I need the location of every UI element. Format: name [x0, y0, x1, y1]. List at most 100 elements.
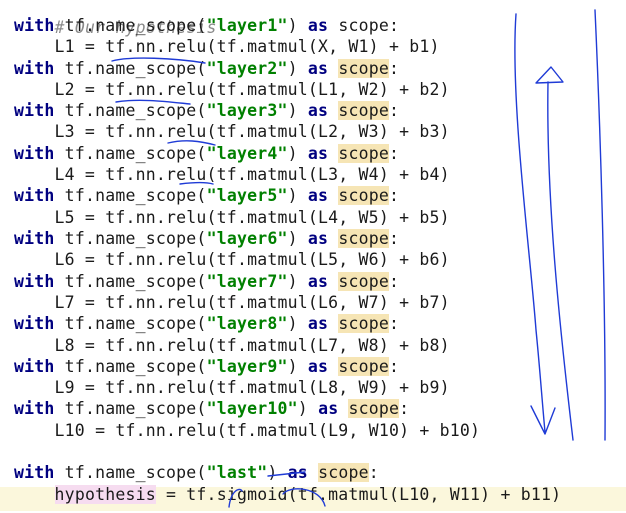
with-line-6: with tf.name_scope("layer6") as scope: — [14, 228, 399, 249]
paren-close: ) — [267, 463, 288, 482]
keyword-with: with — [14, 357, 55, 376]
name-scope-call: tf.name_scope( — [54, 314, 207, 333]
scope-name-string: "layer8" — [206, 314, 288, 333]
name-scope-call: tf.name_scope( — [54, 186, 207, 205]
with-line-4: with tf.name_scope("layer4") as scope: — [14, 143, 399, 164]
body-line-6: L6 = tf.nn.relu(tf.matmul(L5, W6) + b6) — [14, 249, 450, 270]
colon: : — [389, 186, 400, 205]
with-line-10: with tf.name_scope("layer10") as scope: — [14, 398, 409, 419]
with-line-2: with tf.name_scope("layer2") as scope: — [14, 58, 399, 79]
scope-variable: scope — [338, 144, 390, 163]
scope-name-string: "layer7" — [206, 272, 288, 291]
keyword-with: with — [14, 229, 55, 248]
colon: : — [399, 399, 410, 418]
keyword-with: with — [14, 186, 55, 205]
paren-close: ) — [287, 144, 308, 163]
code-body: L1 = tf.nn.relu(tf.matmul(X, W1) + b1) — [14, 37, 440, 56]
name-scope-call: tf.name_scope( — [54, 59, 207, 78]
scope-variable: scope — [318, 463, 369, 482]
scope-name-string: "layer4" — [206, 144, 288, 163]
scope-variable: scope — [338, 186, 390, 205]
keyword-with: with — [14, 272, 55, 291]
name-scope-call: tf.name_scope( — [54, 463, 207, 482]
colon: : — [389, 59, 400, 78]
with-line-last: with tf.name_scope("last") as scope: — [14, 462, 379, 483]
name-scope-call: tf.name_scope( — [54, 272, 207, 291]
keyword-as: as — [307, 272, 329, 291]
paren-close: ) — [287, 186, 308, 205]
keyword-as: as — [307, 229, 329, 248]
body-line-2: L2 = tf.nn.relu(tf.matmul(L1, W2) + b2) — [14, 79, 450, 100]
hypothesis-variable: hypothesis — [54, 485, 156, 504]
code-body: L6 = tf.nn.relu(tf.matmul(L5, W6) + b6) — [14, 250, 450, 269]
keyword-with: with — [14, 314, 55, 333]
scope-variable: scope — [338, 229, 390, 248]
body-line-9: L9 = tf.nn.relu(tf.matmul(L8, W9) + b9) — [14, 377, 450, 398]
keyword-as: as — [307, 144, 329, 163]
keyword-as: as — [307, 101, 329, 120]
scope-name-string: "layer3" — [206, 101, 288, 120]
paren-close: ) — [287, 59, 308, 78]
scope-variable: scope — [338, 357, 390, 376]
code-body: L2 = tf.nn.relu(tf.matmul(L1, W2) + b2) — [14, 80, 450, 99]
code-body: L4 = tf.nn.relu(tf.matmul(L3, W4) + b4) — [14, 165, 450, 184]
colon: : — [389, 314, 400, 333]
scope-name-string: "last" — [206, 463, 268, 482]
code-body: L10 = tf.nn.relu(tf.matmul(L9, W10) + b1… — [14, 421, 481, 440]
code-body: = tf.sigmoid(tf.matmul(L10, W11) + b11) — [155, 485, 562, 504]
body-line-last: hypothesis = tf.sigmoid(tf.matmul(L10, W… — [14, 484, 561, 505]
keyword-as: as — [307, 59, 329, 78]
scope-name-string: "layer2" — [206, 59, 288, 78]
name-scope-call: tf.name_scope( — [54, 399, 207, 418]
colon: : — [368, 463, 379, 482]
code-body: L8 = tf.nn.relu(tf.matmul(L7, W8) + b8) — [14, 336, 450, 355]
keyword-as: as — [287, 463, 308, 482]
colon: : — [389, 144, 400, 163]
name-scope-call: tf.name_scope( — [54, 16, 207, 35]
with-line-7: with tf.name_scope("layer7") as scope: — [14, 271, 399, 292]
paren-close: ) — [287, 357, 308, 376]
keyword-as: as — [307, 357, 329, 376]
name-scope-call: tf.name_scope( — [54, 101, 207, 120]
scope-name-string: "layer10" — [206, 399, 298, 418]
scope-name-string: "layer5" — [206, 186, 288, 205]
scope-name-string: "layer1" — [206, 16, 288, 35]
code-body: L9 = tf.nn.relu(tf.matmul(L8, W9) + b9) — [14, 378, 450, 397]
code-body: L7 = tf.nn.relu(tf.matmul(L6, W7) + b7) — [14, 293, 450, 312]
scope-variable: scope — [338, 16, 390, 35]
keyword-as: as — [307, 314, 329, 333]
name-scope-call: tf.name_scope( — [54, 229, 207, 248]
scope-variable: scope — [338, 314, 390, 333]
colon: : — [389, 16, 400, 35]
keyword-with: with — [14, 101, 55, 120]
scope-name-string: "layer9" — [206, 357, 288, 376]
keyword-as: as — [307, 186, 329, 205]
with-line-1: with tf.name_scope("layer1") as scope: — [14, 15, 399, 36]
scope-variable: scope — [348, 399, 400, 418]
paren-close: ) — [287, 272, 308, 291]
body-line-8: L8 = tf.nn.relu(tf.matmul(L7, W8) + b8) — [14, 335, 450, 356]
keyword-with: with — [14, 399, 55, 418]
body-line-5: L5 = tf.nn.relu(tf.matmul(L4, W5) + b5) — [14, 207, 450, 228]
colon: : — [389, 101, 400, 120]
with-line-3: with tf.name_scope("layer3") as scope: — [14, 100, 399, 121]
keyword-with: with — [14, 144, 55, 163]
code-editor[interactable]: # Our hypothesis with tf.name_scope("lay… — [0, 0, 626, 513]
paren-close: ) — [287, 229, 308, 248]
scope-variable: scope — [338, 59, 390, 78]
keyword-as: as — [307, 16, 329, 35]
keyword-with: with — [14, 16, 55, 35]
paren-close: ) — [287, 314, 308, 333]
body-line-3: L3 = tf.nn.relu(tf.matmul(L2, W3) + b3) — [14, 121, 450, 142]
code-body: L5 = tf.nn.relu(tf.matmul(L4, W5) + b5) — [14, 208, 450, 227]
keyword-with: with — [14, 463, 55, 482]
body-line-7: L7 = tf.nn.relu(tf.matmul(L6, W7) + b7) — [14, 292, 450, 313]
colon: : — [389, 357, 400, 376]
with-line-8: with tf.name_scope("layer8") as scope: — [14, 313, 399, 334]
paren-close: ) — [287, 16, 308, 35]
with-line-9: with tf.name_scope("layer9") as scope: — [14, 356, 399, 377]
colon: : — [389, 272, 400, 291]
name-scope-call: tf.name_scope( — [54, 144, 207, 163]
with-line-5: with tf.name_scope("layer5") as scope: — [14, 185, 399, 206]
body-line-10: L10 = tf.nn.relu(tf.matmul(L9, W10) + b1… — [14, 420, 480, 441]
